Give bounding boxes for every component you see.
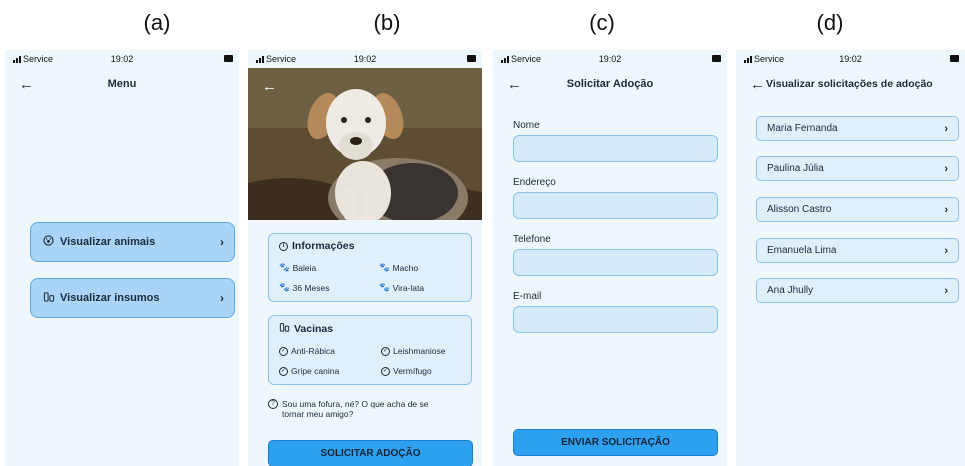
email-field[interactable] [513, 306, 718, 333]
status-bar: Service 19:02 [493, 50, 727, 68]
request-item[interactable]: Paulina Júlia › [756, 156, 959, 181]
phone-label: Telefone [513, 234, 551, 245]
animal-breed-value: Vira-lata [392, 282, 425, 293]
medicine-icon [279, 322, 290, 335]
request-item[interactable]: Ana Jhully › [756, 278, 959, 303]
screen-request-list: Service 19:02 ← Visualizar solicitações … [736, 50, 965, 466]
paw-icon: 🐾 [279, 282, 290, 292]
panel-label-a: (a) [143, 10, 171, 35]
medicine-icon [43, 291, 55, 305]
animal-name: 🐾 Baleia [279, 262, 316, 273]
status-time: 19:02 [110, 54, 134, 64]
animal-name-value: Baleia [292, 262, 317, 273]
name-label: Nome [513, 120, 540, 131]
animal-sex: 🐾 Macho [379, 262, 418, 273]
page-title: Visualizar solicitações de adoção [766, 78, 933, 90]
request-name: Emanuela Lima [767, 245, 837, 256]
chevron-right-icon: › [220, 291, 224, 305]
info-card: i Informações 🐾 Baleia 🐾 Macho 🐾 36 Meses 🐾… [268, 233, 472, 302]
vaccine-label: Anti-Rábica [291, 346, 335, 356]
panel-label-d: (d) [816, 10, 844, 35]
page-title: Menu [107, 78, 137, 90]
battery-icon [950, 55, 959, 62]
status-bar: Service 19:02 [5, 50, 239, 68]
vaccine-item: ✓ Leishmaniose [381, 346, 445, 356]
check-circle-icon: ✓ [279, 366, 288, 376]
battery-icon [467, 55, 476, 62]
status-time: 19:02 [839, 54, 862, 64]
email-label: E-mail [513, 291, 542, 302]
info-icon: i [279, 241, 288, 251]
view-supplies-label: Visualizar insumos [60, 292, 160, 304]
chevron-right-icon: › [944, 162, 948, 175]
dog-illustration [248, 68, 482, 220]
request-name: Paulina Júlia [767, 163, 824, 174]
name-field[interactable] [513, 135, 718, 162]
phone-field[interactable] [513, 249, 718, 276]
vaccine-label: Leishmaniose [393, 346, 446, 356]
check-circle-icon: ✓ [279, 346, 288, 356]
vaccine-item: ✓ Anti-Rábica [279, 346, 335, 356]
chevron-right-icon: › [944, 203, 948, 216]
back-arrow-icon[interactable]: ← [750, 76, 765, 93]
animal-sex-value: Macho [392, 262, 419, 273]
status-bar: Service 19:02 [248, 50, 482, 68]
request-name: Alisson Castro [767, 204, 832, 215]
vaccine-label: Gripe canina [291, 366, 340, 376]
check-circle-icon: ✓ [381, 346, 390, 356]
question-circle-icon: ? [268, 399, 278, 409]
request-item[interactable]: Alisson Castro › [756, 197, 959, 222]
battery-icon [712, 55, 721, 62]
question-text: Sou uma fofura, né? O que acha de se tor… [282, 399, 429, 419]
view-supplies-button[interactable]: Visualizar insumos › [30, 278, 235, 318]
vaccine-label: Vermífugo [393, 366, 432, 376]
chevron-right-icon: › [944, 244, 948, 257]
paw-icon: 🐾 [379, 282, 390, 292]
screen-menu: Service 19:02 ← Menu Visualizar animais … [5, 50, 239, 466]
screen-request-form: Service 19:02 ← Solicitar Adoção Nome En… [493, 50, 727, 466]
request-name: Ana Jhully [767, 285, 814, 296]
address-label: Endereço [513, 177, 556, 188]
adoption-question: ? Sou uma fofura, né? O que acha de se t… [268, 399, 478, 419]
view-animals-label: Visualizar animais [60, 236, 156, 248]
animal-age: 🐾 36 Meses [279, 282, 329, 293]
back-arrow-icon[interactable]: ← [262, 78, 277, 95]
screen-animal-detail: Service 19:02 ← i Informações 🐾 Baleia 🐾… [248, 50, 482, 466]
paw-icon: 🐾 [379, 262, 390, 272]
status-time: 19:02 [353, 54, 377, 64]
check-circle-icon: ✓ [381, 366, 390, 376]
chevron-right-icon: › [944, 284, 948, 297]
request-name: Maria Fernanda [767, 123, 838, 134]
send-request-button[interactable]: ENVIAR SOLICITAÇÃO [513, 429, 718, 456]
request-adoption-button[interactable]: SOLICITAR ADOÇÃO [268, 440, 473, 466]
request-item[interactable]: Maria Fernanda › [756, 116, 959, 141]
info-title: Informações [292, 240, 355, 252]
panel-label-c: (c) [589, 10, 615, 35]
panel-label-b: (b) [373, 10, 401, 35]
request-item[interactable]: Emanuela Lima › [756, 238, 959, 263]
battery-icon [224, 55, 233, 62]
vaccine-item: ✓ Gripe canina [279, 366, 339, 376]
vaccines-title: Vacinas [294, 322, 334, 335]
paw-icon: 🐾 [279, 262, 290, 272]
status-bar: Service 19:02 [736, 50, 965, 68]
animal-breed: 🐾 Vira-lata [379, 282, 424, 293]
animal-age-value: 36 Meses [292, 282, 330, 293]
status-time: 19:02 [598, 54, 622, 64]
animal-photo: ← [248, 68, 482, 220]
page-title: Solicitar Adoção [566, 78, 654, 90]
vaccine-item: ✓ Vermífugo [381, 366, 432, 376]
paw-circle-icon [43, 235, 55, 249]
view-animals-button[interactable]: Visualizar animais › [30, 222, 235, 262]
chevron-right-icon: › [220, 235, 224, 249]
address-field[interactable] [513, 192, 718, 219]
chevron-right-icon: › [944, 122, 948, 135]
vaccines-card: Vacinas ✓ Anti-Rábica ✓ Leishmaniose ✓ Grip… [268, 315, 472, 385]
